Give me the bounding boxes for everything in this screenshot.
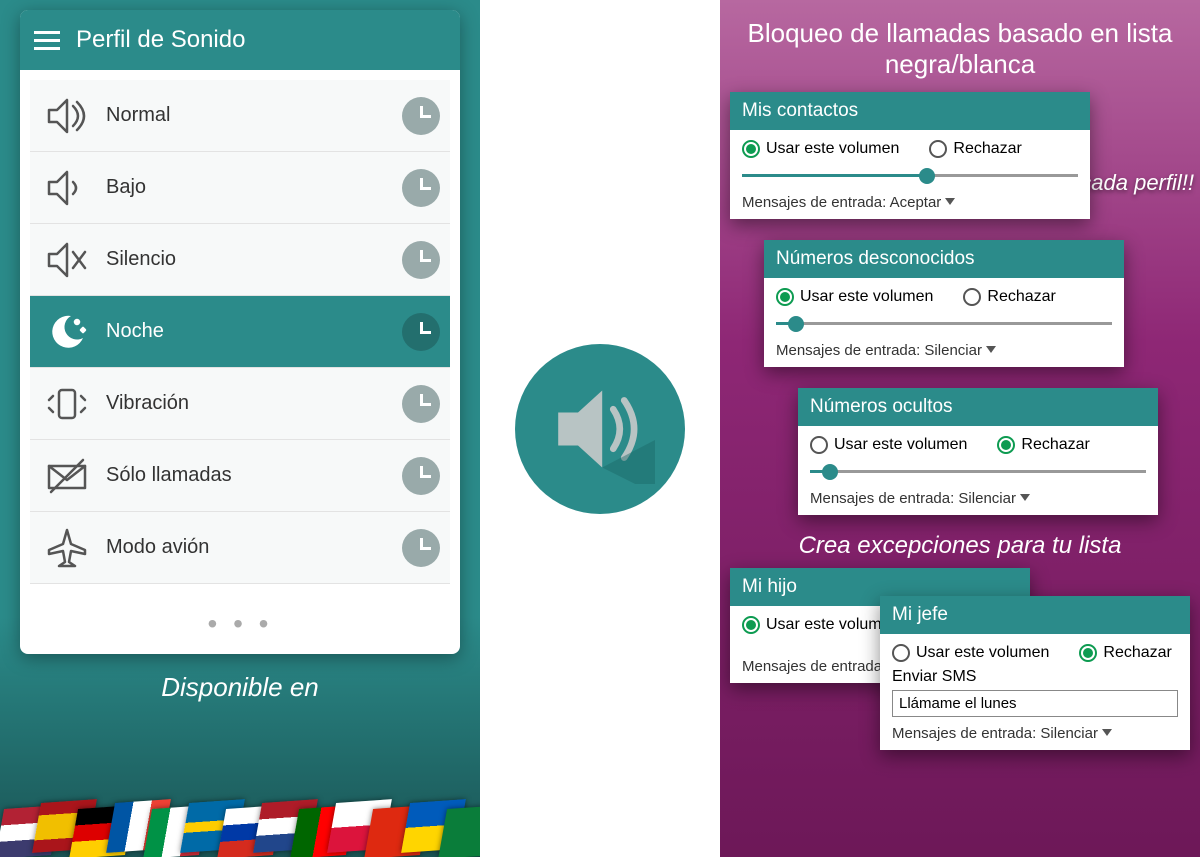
volume-slider[interactable] xyxy=(810,460,1146,484)
block-card-2: Números ocultos Usar este volumen Rechaz… xyxy=(798,388,1158,515)
radio-reject[interactable]: Rechazar xyxy=(929,140,1021,158)
profile-label: Sólo llamadas xyxy=(94,464,402,487)
profile-list: Normal Bajo Silencio Noche Vibración Sól… xyxy=(20,70,460,594)
flags-strip xyxy=(0,777,480,857)
exception-card-1: Mi jefe Usar este volumen Rechazar Envia… xyxy=(880,596,1190,750)
moon-icon xyxy=(40,305,94,359)
profile-row-4[interactable]: Vibración xyxy=(30,368,450,440)
exception-cards: Mi hijo Usar este volum Mensajes de entr… xyxy=(720,568,1200,828)
radio-use-volume[interactable]: Usar este volumen xyxy=(892,644,1049,662)
clock-icon[interactable] xyxy=(402,385,440,423)
clock-icon[interactable] xyxy=(402,241,440,279)
vibrate-icon xyxy=(40,377,94,431)
profile-label: Vibración xyxy=(94,392,402,415)
card-title: Mis contactos xyxy=(730,92,1090,130)
block-card-0: Mis contactos Usar este volumen Rechazar… xyxy=(730,92,1090,219)
messages-dropdown[interactable]: Mensajes de entrada: Silenciar xyxy=(892,725,1178,742)
messages-dropdown[interactable]: Mensajes de entrada: Silenciar xyxy=(810,490,1146,507)
messages-dropdown[interactable]: Mensajes de entrada: Silenciar xyxy=(776,342,1112,359)
profile-label: Bajo xyxy=(94,176,402,199)
app-title: Perfil de Sonido xyxy=(76,26,245,54)
clock-icon[interactable] xyxy=(402,97,440,135)
sms-input[interactable] xyxy=(892,690,1178,717)
sms-label: Enviar SMS xyxy=(892,668,1178,686)
volume-slider[interactable] xyxy=(776,312,1112,336)
radio-use-volume[interactable]: Usar este volumen xyxy=(810,436,967,454)
airplane-icon xyxy=(40,521,94,575)
left-panel: Perfil de Sonido Normal Bajo Silencio No… xyxy=(0,0,480,857)
profile-label: Modo avión xyxy=(94,536,402,559)
app-logo xyxy=(515,344,685,514)
hamburger-icon[interactable] xyxy=(34,31,60,50)
clock-icon[interactable] xyxy=(402,313,440,351)
card-title: Números ocultos xyxy=(798,388,1158,426)
available-label: Disponible en xyxy=(161,672,319,703)
radio-reject[interactable]: Rechazar xyxy=(963,288,1055,306)
profile-label: Noche xyxy=(94,320,402,343)
block-card-1: Números desconocidos Usar este volumen R… xyxy=(764,240,1124,367)
volume-slider[interactable] xyxy=(742,164,1078,188)
profile-row-1[interactable]: Bajo xyxy=(30,152,450,224)
right-panel: Bloqueo de llamadas basado en lista negr… xyxy=(720,0,1200,857)
radio-use-volume[interactable]: Usar este volum xyxy=(742,616,882,634)
messages-dropdown[interactable]: Mensajes de entrada: Aceptar xyxy=(742,194,1078,211)
profile-row-5[interactable]: Sólo llamadas xyxy=(30,440,450,512)
radio-reject[interactable]: Rechazar xyxy=(997,436,1089,454)
speaker-low-icon xyxy=(40,161,94,215)
card-body: Usar este volumen Rechazar Mensajes de e… xyxy=(764,278,1124,367)
heading: Bloqueo de llamadas basado en lista negr… xyxy=(720,0,1200,92)
speaker-icon xyxy=(545,374,655,484)
radio-reject[interactable]: Rechazar xyxy=(1079,644,1171,662)
profile-label: Silencio xyxy=(94,248,402,271)
radio-use-volume[interactable]: Usar este volumen xyxy=(742,140,899,158)
clock-icon[interactable] xyxy=(402,529,440,567)
profile-row-3[interactable]: Noche xyxy=(30,296,450,368)
pager-dots-icon[interactable]: • • • xyxy=(20,594,460,654)
clock-icon[interactable] xyxy=(402,169,440,207)
profile-row-0[interactable]: Normal xyxy=(30,80,450,152)
card-title: Mi jefe xyxy=(880,596,1190,634)
profile-row-6[interactable]: Modo avión xyxy=(30,512,450,584)
speaker-mute-icon xyxy=(40,233,94,287)
profile-label: Normal xyxy=(94,104,402,127)
exceptions-heading: Crea excepciones para tu lista xyxy=(720,532,1200,560)
center-column xyxy=(480,0,720,857)
profile-row-2[interactable]: Silencio xyxy=(30,224,450,296)
card-body: Usar este volumen Rechazar Enviar SMS Me… xyxy=(880,634,1190,750)
phone-frame: Perfil de Sonido Normal Bajo Silencio No… xyxy=(20,10,460,654)
radio-use-volume[interactable]: Usar este volumen xyxy=(776,288,933,306)
clock-icon[interactable] xyxy=(402,457,440,495)
card-body: Usar este volumen Rechazar Mensajes de e… xyxy=(730,130,1090,219)
envelope-off-icon xyxy=(40,449,94,503)
card-title: Números desconocidos xyxy=(764,240,1124,278)
card-body: Usar este volumen Rechazar Mensajes de e… xyxy=(798,426,1158,515)
app-bar: Perfil de Sonido xyxy=(20,10,460,70)
call-block-cards: Mis contactos Usar este volumen Rechazar… xyxy=(720,92,1200,522)
speaker-loud-icon xyxy=(40,89,94,143)
